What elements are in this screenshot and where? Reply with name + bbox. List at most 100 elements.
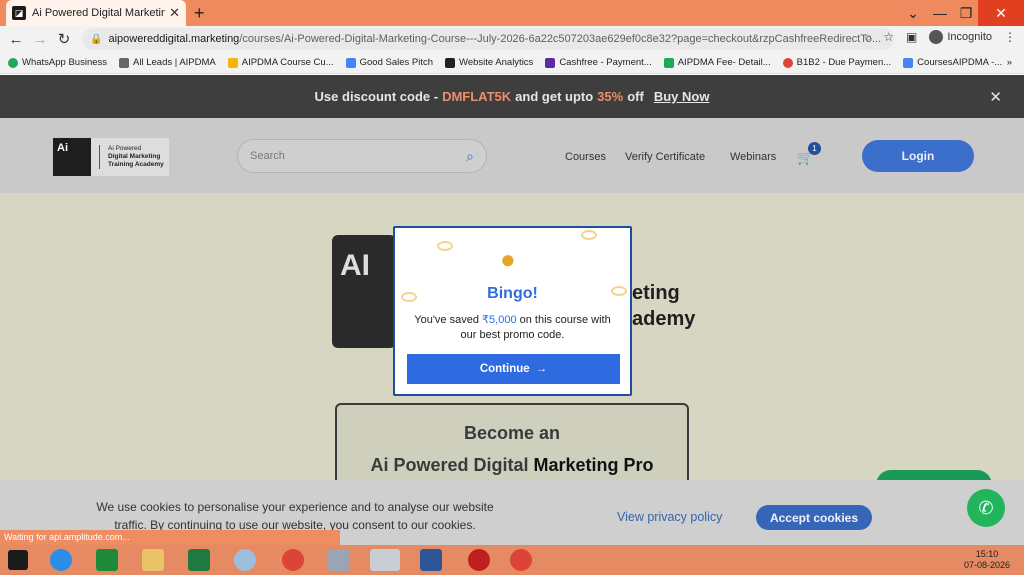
- modal-message-prefix: You've saved: [414, 314, 479, 326]
- logo-line: Digital Marketing: [108, 153, 161, 160]
- side-panel-icon[interactable]: ▣: [906, 30, 917, 44]
- excel-icon[interactable]: [188, 549, 210, 571]
- address-bar[interactable]: 🔒 aipowereddigital.marketing/courses/Ai-…: [82, 28, 894, 50]
- continue-button[interactable]: Continue →: [407, 354, 620, 384]
- url-host: aipowereddigital.marketing: [108, 33, 240, 45]
- bookmark-icon: [445, 57, 456, 68]
- accept-cookies-button[interactable]: Accept cookies: [756, 505, 872, 530]
- bookmark-item[interactable]: CoursesAIPDMA -...: [903, 57, 1002, 68]
- file-explorer-icon[interactable]: [142, 549, 164, 571]
- hero-card-line2: Ai Powered Digital Marketing Pro: [337, 455, 687, 476]
- browser-toolbar: ← → ↻ 🔒 aipowereddigital.marketing/cours…: [0, 26, 1024, 52]
- bookmarks-bar: WhatsApp Business All Leads | AIPDMA AIP…: [0, 52, 1024, 74]
- minimize-window-icon[interactable]: —: [928, 0, 952, 26]
- promo-code: DMFLAT5K: [442, 89, 512, 104]
- bookmark-item[interactable]: Website Analytics: [445, 57, 533, 68]
- clock-date: 07-08-2026: [963, 560, 1010, 570]
- bookmark-icon: [119, 57, 130, 68]
- bookmark-label: Good Sales Pitch: [359, 57, 434, 68]
- incognito-indicator[interactable]: Incognito: [929, 30, 992, 44]
- search-icon[interactable]: ⌕: [466, 148, 474, 165]
- start-menu-icon[interactable]: [8, 550, 28, 570]
- browser-menu-icon[interactable]: ⋮: [1004, 30, 1016, 44]
- close-tab-icon[interactable]: ✕: [169, 5, 180, 21]
- store-icon[interactable]: [96, 549, 118, 571]
- cart-count-badge: 1: [808, 142, 821, 155]
- new-tab-icon[interactable]: +: [194, 3, 205, 24]
- nav-courses[interactable]: Courses: [565, 151, 606, 163]
- paint-icon[interactable]: [234, 549, 256, 571]
- privacy-policy-link[interactable]: View privacy policy: [617, 510, 722, 524]
- bookmark-icon: [903, 57, 914, 68]
- bookmark-item[interactable]: B1B2 - Due Paymen...: [782, 57, 892, 68]
- url-path: /courses/Ai-Powered-Digital-Marketing-Co…: [239, 33, 882, 45]
- cart-icon[interactable]: 🛒 1: [797, 142, 821, 166]
- bookmark-label: B1B2 - Due Paymen...: [796, 57, 892, 68]
- promo-success-modal: ● Bingo! You've saved ₹5,000 on this cou…: [393, 226, 632, 396]
- bookmark-item[interactable]: WhatsApp Business: [8, 57, 107, 68]
- logo-mark: Ai: [53, 138, 91, 176]
- close-banner-icon[interactable]: ✕: [989, 88, 1002, 106]
- hero-title: eting ademy: [632, 280, 695, 332]
- bookmark-item[interactable]: All Leads | AIPDMA: [119, 57, 216, 68]
- bookmark-icon: [782, 57, 793, 68]
- buy-now-link[interactable]: Buy Now: [654, 89, 710, 104]
- hero-logo: AI: [332, 235, 396, 348]
- bookmark-item[interactable]: AIPDMA Course Cu...: [227, 57, 334, 68]
- forward-icon[interactable]: →: [28, 31, 52, 48]
- close-window-icon[interactable]: ✕: [978, 0, 1024, 26]
- bookmark-icon: [8, 57, 18, 68]
- site-header: Ai Ai Powered Digital Marketing Training…: [0, 118, 1024, 193]
- bookmark-icon: [345, 57, 356, 68]
- os-taskbar: 15:10 07-08-2026: [0, 545, 1024, 575]
- media-app-icon[interactable]: [468, 549, 490, 571]
- bookmark-icon: [227, 57, 238, 68]
- bookmark-item[interactable]: Good Sales Pitch: [345, 57, 434, 68]
- bookmark-item[interactable]: Cashfree - Payment...: [545, 57, 652, 68]
- internet-explorer-icon[interactable]: [50, 549, 72, 571]
- word-icon[interactable]: [420, 549, 442, 571]
- hero-title-line: ademy: [632, 308, 696, 330]
- chrome-incognito-icon[interactable]: [510, 549, 532, 571]
- bookmark-label: Website Analytics: [459, 57, 534, 68]
- eye-off-icon[interactable]: ◌: [864, 30, 871, 44]
- bookmark-label: CoursesAIPDMA -...: [917, 57, 1003, 68]
- maximize-window-icon[interactable]: ❐: [954, 0, 978, 26]
- notepad-icon[interactable]: [370, 549, 400, 571]
- hero-card-line1: Become an: [463, 423, 561, 443]
- reload-icon[interactable]: ↻: [52, 30, 76, 48]
- clock-time: 15:10: [975, 549, 999, 559]
- nav-webinars[interactable]: Webinars: [730, 151, 776, 163]
- bookmark-icon: [663, 57, 674, 68]
- hero-card-line2b: Marketing Pro: [533, 455, 654, 475]
- coin-decoration-icon: [437, 241, 453, 251]
- logo-text: Ai Powered Digital Marketing Training Ac…: [99, 145, 164, 169]
- login-button[interactable]: Login: [862, 140, 974, 172]
- promo-percent: 35%: [597, 89, 624, 104]
- search-placeholder: Search: [250, 150, 285, 162]
- back-icon[interactable]: ←: [4, 31, 28, 48]
- bookmark-label: WhatsApp Business: [22, 57, 108, 68]
- bookmark-star-icon[interactable]: ☆: [883, 30, 894, 44]
- calculator-icon[interactable]: [328, 549, 350, 571]
- tab-search-chevron-icon[interactable]: ⌄: [898, 0, 928, 26]
- incognito-label: Incognito: [947, 31, 992, 43]
- more-bookmarks-icon[interactable]: »: [1007, 57, 1012, 68]
- cookie-text: We use cookies to personalise your exper…: [96, 500, 494, 532]
- bookmark-item[interactable]: AIPDMA Fee- Detail...: [663, 57, 771, 68]
- saved-amount: ₹5,000: [482, 314, 517, 326]
- browser-tab[interactable]: ◪ Ai Powered Digital Marketing Co ✕: [6, 0, 186, 26]
- promo-banner: Use discount code - DMFLAT5K and get upt…: [0, 75, 1024, 118]
- whatsapp-icon[interactable]: ✆: [967, 489, 1005, 527]
- coin-stack-icon: ●: [500, 244, 516, 274]
- bookmark-label: All Leads | AIPDMA: [133, 57, 216, 68]
- nav-verify-certificate[interactable]: Verify Certificate: [625, 151, 705, 163]
- continue-label: Continue: [479, 363, 530, 375]
- chrome-icon[interactable]: [282, 549, 304, 571]
- coin-decoration-icon: [581, 230, 597, 240]
- site-logo[interactable]: Ai Ai Powered Digital Marketing Training…: [53, 138, 169, 176]
- search-input[interactable]: Search ⌕: [237, 139, 487, 173]
- logo-line: Training Academy: [108, 161, 164, 168]
- system-clock[interactable]: 15:10 07-08-2026: [964, 549, 1010, 571]
- bookmark-icon: [545, 57, 556, 68]
